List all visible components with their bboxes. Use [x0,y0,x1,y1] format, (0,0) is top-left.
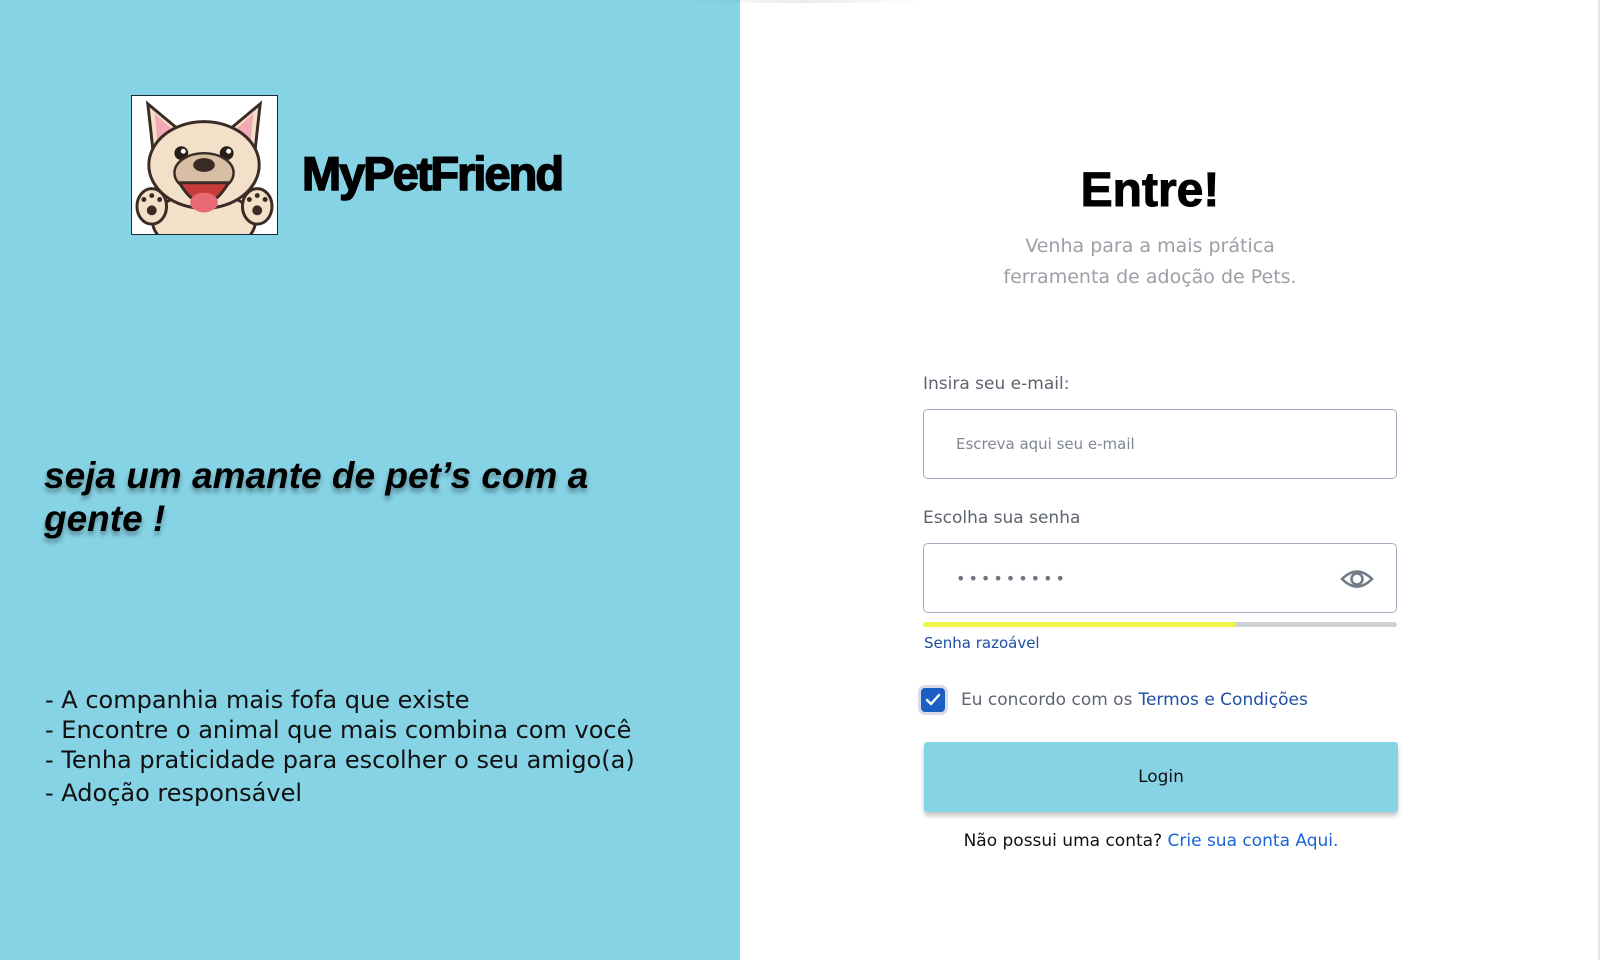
feature-item: - A companhia mais fofa que existe [45,686,470,714]
terms-checkbox[interactable] [921,688,945,712]
subtitle-line: Venha para a mais prática [1025,235,1275,257]
french-bulldog-mascot-icon [132,96,277,234]
eye-icon[interactable] [1340,563,1374,595]
subtitle-line: ferramenta de adoção de Pets. [1003,266,1297,288]
login-button[interactable]: Login [924,742,1398,812]
login-page: MyPetFriend seja um amante de pet’s com … [0,0,1600,960]
brand-name: MyPetFriend [301,146,565,201]
page-title: Entre! [1080,164,1220,218]
brand-panel: MyPetFriend seja um amante de pet’s com … [0,0,740,960]
page-subtitle: Venha para a mais prática ferramenta de … [740,231,1560,293]
password-strength-label: Senha razoável [924,634,1040,652]
terms-link[interactable]: Termos e Condições [1138,690,1307,710]
password-strength-fill [923,622,1236,627]
terms-text: Eu concordo com os [961,690,1133,710]
signup-row: Não possui uma conta? Crie sua conta Aqu… [740,831,1562,851]
email-input[interactable] [956,435,1316,453]
password-field[interactable]: ••••••••• [923,543,1397,613]
password-label: Escolha sua senha [923,508,1081,528]
feature-item: - Encontre o animal que mais combina com… [45,716,632,744]
login-panel [740,0,1600,960]
email-field[interactable] [923,409,1397,479]
signup-link[interactable]: Crie sua conta Aqui. [1168,831,1339,851]
top-shadow [680,0,925,3]
feature-item: - Tenha praticidade para escolher o seu … [45,746,635,774]
logo-image [131,95,278,235]
checkmark-icon [925,693,941,706]
terms-row: Eu concordo com os Termos e Condições [921,688,1308,712]
email-label: Insira seu e-mail: [923,374,1070,394]
feature-item: - Adoção responsável [45,779,303,807]
password-input[interactable]: ••••••••• [956,569,1068,588]
password-strength-bar [923,622,1397,627]
feature-list: - A companhia mais fofa que existe - Enc… [45,685,635,808]
signup-text: Não possui uma conta? [963,831,1168,851]
tagline: seja um amante de pet’s com a gente ! [44,455,589,539]
